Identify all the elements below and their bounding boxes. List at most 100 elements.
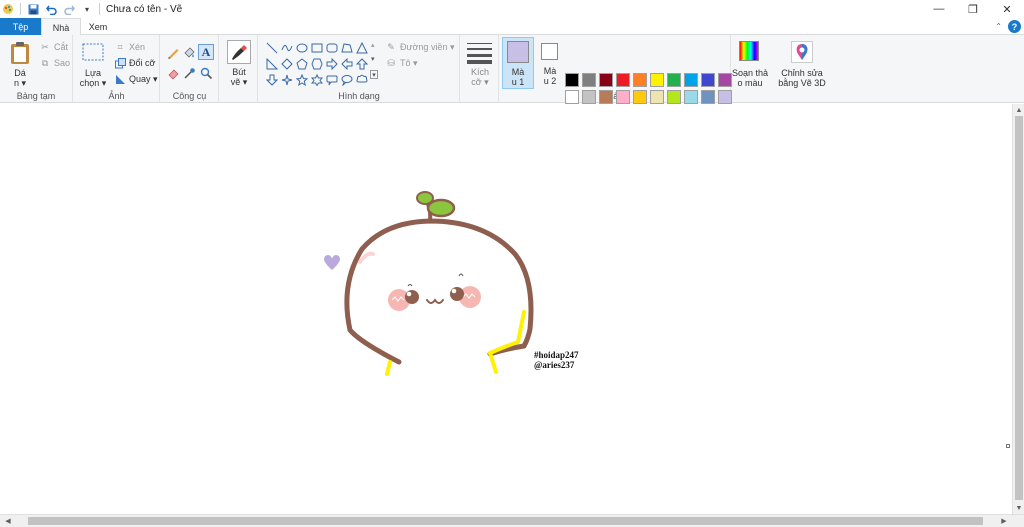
- group-image: Lựa chọn ▾ ⌗ Xén Đổi cỡ Quay ▾ Ảnh: [74, 35, 160, 103]
- cut-button[interactable]: ✂ Cắt: [39, 41, 68, 53]
- palette-swatch[interactable]: [650, 90, 664, 104]
- polygon-shape-icon[interactable]: [340, 41, 354, 55]
- right-arrow-shape-icon[interactable]: [325, 57, 339, 71]
- outline-label: Đường viền ▾: [400, 41, 455, 52]
- title-bar: ▾ Chưa có tên - Vẽ — ❐ ✕: [0, 0, 1024, 18]
- fill-button[interactable]: ⛁ Tô ▾: [385, 57, 417, 69]
- palette-swatch[interactable]: [582, 90, 596, 104]
- ribbon-tabs: Tệp Nhà Xem ⌃ ?: [0, 18, 1024, 36]
- scroll-left-arrow-icon[interactable]: ◀: [2, 515, 14, 527]
- help-area: ⌃ ?: [995, 20, 1021, 33]
- customize-qat-icon[interactable]: ▾: [81, 3, 93, 15]
- oval-callout-shape-icon[interactable]: [340, 73, 354, 87]
- left-eye-shine: [406, 291, 412, 297]
- palette-swatch[interactable]: [599, 90, 613, 104]
- text-tool-icon[interactable]: A: [198, 44, 214, 60]
- color-picker-icon[interactable]: [183, 67, 196, 82]
- help-button[interactable]: ?: [1008, 20, 1021, 33]
- palette-swatch[interactable]: [718, 90, 732, 104]
- tab-file[interactable]: Tệp: [0, 18, 41, 35]
- rotate-button[interactable]: Quay ▾: [114, 73, 158, 85]
- edit-with-paint3d-button[interactable]: Chỉnh sửa bằng Vẽ 3D: [775, 35, 829, 93]
- diamond-shape-icon[interactable]: [280, 57, 294, 71]
- restore-button[interactable]: ❐: [956, 0, 990, 18]
- rounded-callout-shape-icon[interactable]: [325, 73, 339, 87]
- scroll-up-arrow-icon[interactable]: ▲: [1013, 104, 1024, 116]
- line-size-icon[interactable]: [467, 42, 492, 66]
- cloud-callout-shape-icon[interactable]: [355, 73, 369, 87]
- palette-swatch[interactable]: [616, 90, 630, 104]
- pencil-icon[interactable]: [167, 46, 180, 61]
- ribbon-collapse-chevron-icon[interactable]: ⌃: [995, 22, 1002, 31]
- scissors-icon: ✂: [41, 41, 49, 52]
- tab-view[interactable]: Xem: [83, 18, 113, 35]
- line-shape-icon[interactable]: [265, 41, 279, 55]
- save-icon[interactable]: [27, 3, 39, 15]
- vertical-scrollbar[interactable]: ▲ ▼: [1012, 104, 1024, 514]
- right-triangle-shape-icon[interactable]: [265, 57, 279, 71]
- up-arrow-shape-icon[interactable]: [355, 57, 369, 71]
- paste-button[interactable]: Dá n ▾: [6, 68, 34, 88]
- palette-swatch[interactable]: [616, 73, 630, 87]
- minimize-button[interactable]: —: [922, 0, 956, 18]
- hexagon-shape-icon[interactable]: [310, 57, 324, 71]
- palette-swatch[interactable]: [650, 73, 664, 87]
- resize-icon: [114, 57, 126, 69]
- undo-icon[interactable]: [45, 3, 57, 15]
- rectangle-shape-icon[interactable]: [310, 41, 324, 55]
- heart-doodle: [324, 255, 340, 270]
- brushes-button[interactable]: Bút vẽ ▾: [220, 67, 258, 87]
- horizontal-scroll-thumb[interactable]: [28, 517, 983, 525]
- select-button[interactable]: Lựa chọn ▾: [78, 68, 108, 88]
- left-arrow-shape-icon[interactable]: [340, 57, 354, 71]
- triangle-shape-icon[interactable]: [355, 41, 369, 55]
- palette-swatch[interactable]: [701, 73, 715, 87]
- resize-button[interactable]: Đổi cỡ: [114, 57, 155, 69]
- crop-icon: ⌗: [117, 41, 123, 52]
- eraser-icon[interactable]: [167, 67, 180, 82]
- shapes-scroll-down-icon[interactable]: ▾: [371, 55, 375, 63]
- copy-button[interactable]: ⧉ Sao: [39, 57, 70, 69]
- four-point-star-shape-icon[interactable]: [280, 73, 294, 87]
- select-icon[interactable]: [82, 43, 104, 63]
- palette-swatch[interactable]: [599, 73, 613, 87]
- palette-swatch[interactable]: [684, 73, 698, 87]
- vertical-scroll-thumb[interactable]: [1015, 116, 1023, 500]
- crop-button[interactable]: ⌗ Xén: [114, 41, 145, 53]
- five-point-star-shape-icon[interactable]: [295, 73, 309, 87]
- palette-swatch[interactable]: [565, 90, 579, 104]
- shapes-expand-icon[interactable]: ▾: [370, 70, 378, 79]
- palette-swatch[interactable]: [684, 90, 698, 104]
- tab-home[interactable]: Nhà: [41, 18, 81, 36]
- drawing-canvas[interactable]: #hoidap247 @aries237: [0, 104, 1008, 514]
- magnifier-icon[interactable]: [200, 67, 213, 82]
- paint-app-icon[interactable]: [2, 3, 14, 15]
- fill-bucket-icon[interactable]: [183, 46, 196, 61]
- palette-swatch[interactable]: [633, 73, 647, 87]
- scroll-down-arrow-icon[interactable]: ▼: [1013, 502, 1024, 514]
- horizontal-scrollbar[interactable]: ◀ ▶: [0, 514, 1024, 527]
- pentagon-shape-icon[interactable]: [295, 57, 309, 71]
- paste-icon[interactable]: [10, 41, 30, 67]
- edit-colors-button[interactable]: Soạn thả o màu: [731, 35, 769, 93]
- close-button[interactable]: ✕: [990, 0, 1024, 18]
- palette-swatch[interactable]: [633, 90, 647, 104]
- shapes-scroll-up-icon[interactable]: ▴: [371, 41, 375, 49]
- canvas-resize-handle[interactable]: [1006, 444, 1010, 448]
- palette-swatch[interactable]: [667, 90, 681, 104]
- palette-swatch[interactable]: [582, 73, 596, 87]
- size-button[interactable]: Kích cỡ ▾: [461, 67, 499, 87]
- outline-button[interactable]: ✎ Đường viền ▾: [385, 41, 454, 53]
- curve-shape-icon[interactable]: [280, 41, 294, 55]
- palette-swatch[interactable]: [667, 73, 681, 87]
- rounded-rectangle-shape-icon[interactable]: [325, 41, 339, 55]
- oval-shape-icon[interactable]: [295, 41, 309, 55]
- brushes-icon[interactable]: [227, 40, 251, 64]
- group-label-clipboard: Bảng tạm: [16, 91, 56, 101]
- down-arrow-shape-icon[interactable]: [265, 73, 279, 87]
- palette-swatch[interactable]: [701, 90, 715, 104]
- scroll-right-arrow-icon[interactable]: ▶: [998, 515, 1010, 527]
- six-point-star-shape-icon[interactable]: [310, 73, 324, 87]
- redo-icon[interactable]: [63, 3, 75, 15]
- palette-swatch[interactable]: [565, 73, 579, 87]
